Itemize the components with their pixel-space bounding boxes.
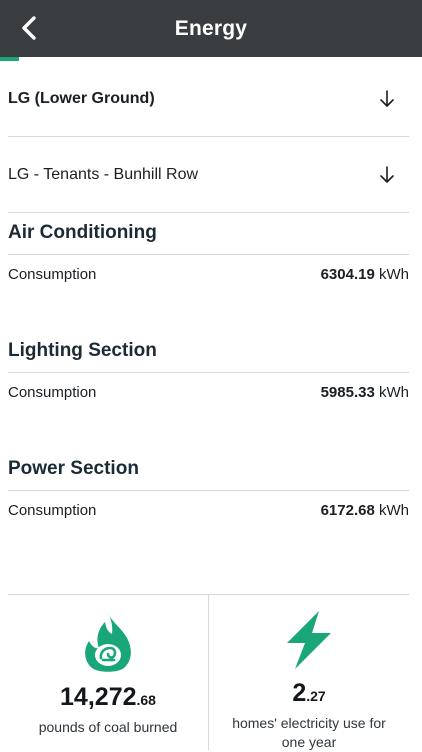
tenant-selector[interactable]: LG - Tenants - Bunhill Row [8, 137, 409, 213]
consumption-row: Consumption 6304.19 kWh [8, 255, 409, 293]
section-lighting: Lighting Section Consumption 5985.33 kWh [8, 331, 409, 411]
homes-value-integer: 2 [292, 679, 307, 707]
value-number: 5985.33 [320, 383, 375, 401]
consumption-value: 6304.19 kWh [321, 266, 409, 283]
row-label: Consumption [8, 501, 97, 519]
coal-stat: 14,272.68 pounds of coal burned [8, 595, 208, 750]
value-number: 6304.19 [320, 265, 375, 283]
back-button[interactable] [14, 12, 44, 44]
homes-stat: 2.27 homes' electricity use for one year [208, 595, 409, 750]
row-label: Consumption [8, 265, 97, 283]
coal-stat-value: 14,272.68 [60, 683, 156, 712]
section-air-conditioning: Air Conditioning Consumption 6304.19 kWh [8, 213, 409, 293]
progress-fill [0, 57, 19, 61]
value-unit: kWh [379, 501, 409, 519]
progress-bar [0, 57, 422, 61]
homes-value-decimal: .27 [306, 688, 326, 704]
value-number: 6172.68 [320, 501, 375, 519]
arrow-down-icon [380, 89, 394, 107]
floor-selector[interactable]: LG (Lower Ground) [8, 61, 409, 137]
consumption-value: 6172.68 kWh [321, 502, 409, 519]
arrow-down-icon [380, 165, 394, 183]
coal-value-integer: 14,272 [60, 683, 137, 711]
chevron-left-icon [22, 16, 36, 40]
page-title: Energy [174, 16, 248, 40]
row-label: Consumption [8, 383, 97, 401]
tenant-selector-label: LG - Tenants - Bunhill Row [8, 165, 199, 183]
coal-value-decimal: .68 [136, 692, 156, 708]
consumption-row: Consumption 5985.33 kWh [8, 373, 409, 411]
coal-flame-icon [81, 609, 135, 675]
consumption-row: Consumption 6172.68 kWh [8, 491, 409, 529]
homes-stat-value: 2.27 [292, 679, 325, 708]
section-title: Air Conditioning [8, 213, 409, 255]
floor-selector-label: LG (Lower Ground) [8, 89, 155, 107]
value-unit: kWh [379, 265, 409, 283]
consumption-value: 5985.33 kWh [321, 384, 409, 401]
section-title: Lighting Section [8, 331, 409, 373]
value-unit: kWh [379, 383, 409, 401]
coal-stat-caption: pounds of coal burned [38, 719, 178, 735]
app-header: Energy [0, 0, 422, 57]
homes-stat-caption: homes' electricity use for one year [232, 715, 386, 750]
section-power: Power Section Consumption 6172.68 kWh [8, 449, 409, 529]
equivalence-stats: 14,272.68 pounds of coal burned 2.27 hom… [8, 594, 409, 750]
lightning-bolt-icon [283, 609, 335, 671]
section-title: Power Section [8, 449, 409, 491]
